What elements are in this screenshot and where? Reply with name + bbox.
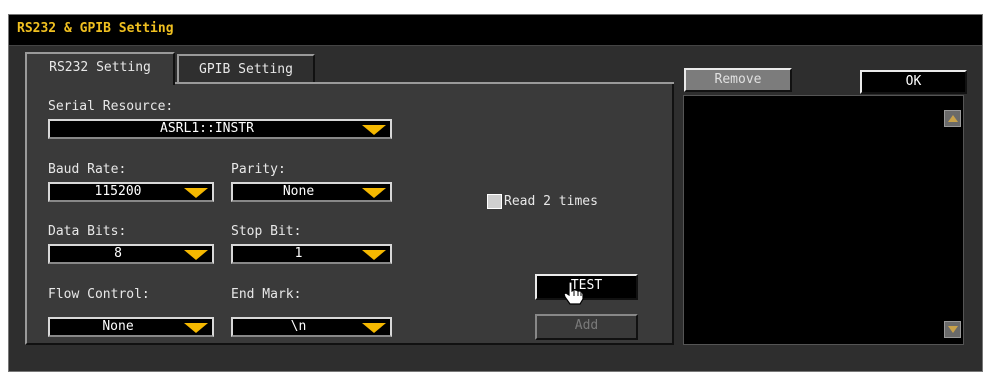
read-2-times-checkbox[interactable]	[487, 194, 502, 209]
tab-label: RS232 Setting	[49, 60, 151, 75]
baud-rate-dropdown[interactable]: 115200	[48, 182, 214, 202]
ok-button-label: OK	[905, 74, 922, 89]
end-mark-label: End Mark:	[231, 287, 302, 302]
parity-label: Parity:	[231, 162, 286, 177]
data-bits-label: Data Bits:	[48, 224, 127, 239]
end-mark-dropdown[interactable]: \n	[231, 317, 392, 337]
dialog-title: RS232 & GPIB Setting	[17, 21, 174, 36]
remove-button-label: Remove	[714, 72, 762, 87]
flow-control-dropdown[interactable]: None	[48, 317, 214, 337]
cropped-caption	[0, 0, 987, 14]
ok-button[interactable]: OK	[860, 70, 967, 94]
panel-top-border	[172, 82, 674, 84]
tab-label: GPIB Setting	[199, 62, 293, 77]
flow-control-label: Flow Control:	[48, 287, 150, 302]
chevron-down-icon	[362, 125, 386, 135]
serial-resource-label: Serial Resource:	[48, 99, 174, 114]
chevron-down-icon	[362, 323, 386, 333]
stop-bit-label: Stop Bit:	[231, 224, 302, 239]
chevron-down-icon	[184, 188, 208, 198]
end-mark-value: \n	[290, 319, 307, 334]
chevron-down-icon	[362, 188, 386, 198]
read-2-times-label: Read 2 times	[504, 194, 598, 209]
tab-rs232-setting[interactable]: RS232 Setting	[25, 52, 175, 85]
data-bits-value: 8	[114, 246, 122, 261]
data-bits-dropdown[interactable]: 8	[48, 244, 214, 264]
test-button[interactable]: TEST	[535, 274, 638, 300]
flow-control-value: None	[102, 319, 134, 334]
remove-button[interactable]: Remove	[684, 68, 792, 92]
add-button-label: Add	[574, 318, 599, 333]
add-button[interactable]: Add	[535, 314, 638, 340]
scrollbar[interactable]	[944, 98, 961, 342]
scroll-up-icon	[948, 115, 958, 122]
parity-value: None	[282, 184, 315, 199]
parity-dropdown[interactable]: None	[231, 182, 392, 202]
tab-gpib-setting[interactable]: GPIB Setting	[177, 54, 315, 83]
scroll-up-button[interactable]	[944, 110, 961, 127]
chevron-down-icon	[362, 250, 386, 260]
hand-pointer-icon	[563, 281, 584, 305]
resource-list[interactable]	[683, 95, 964, 345]
stop-bit-value: 1	[294, 246, 303, 261]
title-bar: RS232 & GPIB Setting	[9, 15, 982, 46]
chevron-down-icon	[184, 250, 208, 260]
serial-resource-dropdown[interactable]: ASRL1::INSTR	[48, 119, 392, 139]
chevron-down-icon	[184, 323, 208, 333]
serial-resource-value: ASRL1::INSTR	[160, 121, 254, 136]
scroll-down-button[interactable]	[944, 321, 961, 338]
baud-rate-value: 115200	[94, 184, 142, 199]
stop-bit-dropdown[interactable]: 1	[231, 244, 392, 264]
baud-rate-label: Baud Rate:	[48, 162, 127, 177]
scroll-down-icon	[948, 326, 958, 333]
